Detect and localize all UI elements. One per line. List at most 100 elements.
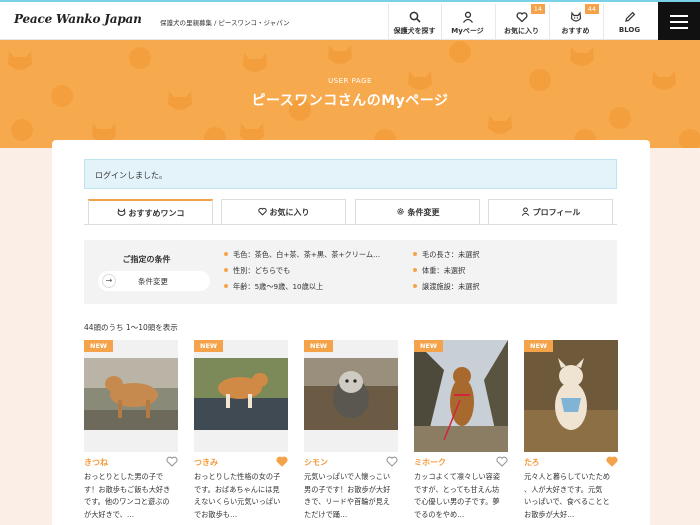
dog-photo-image [524, 340, 618, 452]
nav-label: おすすめ [561, 27, 590, 35]
desc-line: えないくらい元気いっぱい [194, 497, 281, 506]
dog-card[interactable]: NEW きつね おっとりとした男の子で す！お散歩もご飯も大好き です。他のワン… [84, 340, 178, 519]
heart-outline-icon[interactable] [386, 456, 398, 467]
desc-line: でお散歩も… [194, 509, 238, 519]
nav-mypage[interactable]: Myページ [441, 4, 493, 40]
tab-profile[interactable]: プロフィール [488, 199, 613, 225]
search-icon [409, 11, 421, 23]
tab-label: 条件変更 [407, 208, 440, 217]
nav-recommended[interactable]: 44 おすすめ [549, 4, 601, 40]
desc-line: が大好きで、… [84, 509, 135, 519]
heart-icon [257, 207, 267, 216]
desc-line: 男の子です！お散歩が大好 [304, 484, 391, 494]
tab-change-conditions[interactable]: 条件変更 [355, 199, 480, 225]
user-icon [521, 207, 529, 216]
tab-label: おすすめワンコ [128, 209, 185, 218]
desc-line: おっとりした性格の女の子 [194, 472, 281, 481]
dog-name[interactable]: つきみ [194, 457, 218, 468]
main-content-card: ログインしました。 おすすめワンコ お気に入り 条件変更 プロフィール ご指定の… [52, 140, 650, 525]
change-conditions-button[interactable]: → 条件変更 [98, 271, 210, 291]
new-badge: NEW [524, 340, 554, 352]
desc-line: おっとりとした男の子で [84, 472, 164, 481]
conditions-title: ご指定の条件 [122, 255, 171, 264]
condition-facility: 譲渡施設：未選択 [413, 282, 480, 292]
heart-filled-icon[interactable] [606, 456, 618, 467]
heart-outline-icon[interactable] [496, 456, 508, 467]
desc-line: カッコよくて凛々しい容姿 [414, 472, 501, 481]
dog-description: 元気いっぱいで人懐っこい 男の子です！お散歩が大好 きで、リードや首輪が見え た… [304, 471, 404, 521]
desc-line: です。他のワンコと遊ぶの [84, 497, 170, 506]
condition-sex: 性別：どちらでも [224, 266, 290, 276]
dog-name[interactable]: きつね [84, 457, 108, 468]
dog-photo-image [304, 358, 398, 430]
new-badge: NEW [194, 340, 224, 352]
desc-line: で心優しい男の子です。夢 [414, 497, 500, 506]
nav-favorites[interactable]: 14 お気に入り [495, 4, 547, 40]
desc-line: いっぱいで、食べることと [524, 497, 610, 506]
tab-label: プロフィール [532, 208, 581, 217]
dog-photo[interactable]: NEW [414, 340, 508, 452]
desc-line: きで、リードや首輪が見え [304, 497, 390, 506]
dog-photo[interactable]: NEW [524, 340, 618, 452]
dog-photo-image [414, 340, 508, 452]
nav-label: BLOG [618, 26, 641, 34]
tab-recommended[interactable]: おすすめワンコ [88, 199, 213, 225]
desc-line: です。おばあちゃんには見 [194, 484, 280, 494]
result-count: 44頭のうち 1〜10頭を表示 [84, 323, 178, 332]
nav-search-dogs[interactable]: 保護犬を探す [388, 4, 440, 40]
dog-description: おっとりした性格の女の子 です。おばあちゃんには見 えないくらい元気いっぱい で… [194, 471, 294, 521]
desc-line: でるのをやめ… [414, 509, 465, 519]
desc-line: お散歩が大好… [524, 509, 575, 519]
dog-name[interactable]: ミホーク [414, 457, 446, 468]
dog-description: おっとりとした男の子で す！お散歩もご飯も大好き です。他のワンコと遊ぶの が大… [84, 471, 184, 521]
favorites-count-badge: 14 [530, 4, 545, 14]
condition-coat-color: 毛色：茶色、白+茶、茶+黒、茶+クリーム… [224, 250, 380, 260]
tab-favorites[interactable]: お気に入り [221, 199, 346, 225]
nav-label: 保護犬を探す [393, 27, 436, 35]
tab-label: お気に入り [269, 208, 310, 217]
nav-blog[interactable]: BLOG [603, 4, 655, 40]
dog-name[interactable]: たろ [524, 457, 540, 468]
desc-line: す！お散歩もご飯も大好き [84, 484, 171, 494]
new-badge: NEW [414, 340, 444, 352]
search-conditions-panel: ご指定の条件 → 条件変更 毛色：茶色、白+茶、茶+黒、茶+クリーム… 性別：ど… [84, 240, 617, 304]
dog-card[interactable]: NEW たろ 元々人と暮らしていたため 、人が大好きです。元気 いっぱいで、食べ… [524, 340, 618, 519]
dog-photo[interactable]: NEW [84, 340, 178, 452]
user-icon [462, 11, 473, 23]
gear-icon [396, 208, 404, 215]
dog-card[interactable]: NEW シモン 元気いっぱいで人懐っこい 男の子です！お散歩が大好 きで、リード… [304, 340, 398, 519]
recommended-count-badge: 44 [584, 4, 599, 14]
desc-line: ですが、とっても甘えん坊 [414, 484, 500, 494]
dog-name[interactable]: シモン [304, 457, 328, 468]
heart-outline-icon[interactable] [166, 456, 178, 467]
hero-banner: USER PAGE ピースワンコさんのMyページ [0, 40, 700, 148]
page-title: ピースワンコさんのMyページ [251, 93, 449, 109]
new-badge: NEW [304, 340, 334, 352]
dog-photo-image [194, 358, 288, 430]
condition-age: 年齢：5歳〜9歳、10歳以上 [224, 282, 323, 292]
dog-face-icon [117, 208, 125, 216]
desc-line: 元々人と暮らしていたため [524, 472, 611, 481]
tab-divider [84, 224, 617, 225]
site-tagline: 保護犬の里親募集 / ピースワンコ・ジャパン [160, 19, 290, 27]
dog-photo[interactable]: NEW [194, 340, 288, 452]
dog-photo[interactable]: NEW [304, 340, 398, 452]
condition-weight: 体重：未選択 [413, 266, 465, 276]
nav-label: Myページ [451, 27, 484, 35]
condition-coat-length: 毛の長さ：未選択 [413, 250, 480, 260]
top-navigation-bar: Peace Wanko Japan 保護犬の里親募集 / ピースワンコ・ジャパン… [0, 0, 700, 42]
heart-filled-icon[interactable] [276, 456, 288, 467]
site-logo[interactable]: Peace Wanko Japan [14, 12, 142, 26]
dog-description: 元々人と暮らしていたため 、人が大好きです。元気 いっぱいで、食べることと お散… [524, 471, 624, 521]
dog-card[interactable]: NEW ミホーク カッコよくて凛々しい容姿 ですが、とっても甘えん坊 で心優しい… [414, 340, 508, 519]
dog-photo-image [84, 358, 178, 430]
arrow-right-icon: → [102, 274, 116, 288]
desc-line: 元気いっぱいで人懐っこい [304, 472, 391, 481]
new-badge: NEW [84, 340, 114, 352]
nav-label: お気に入り [504, 27, 539, 35]
desc-line: 、人が大好きです。元気 [524, 484, 603, 494]
dog-card[interactable]: NEW つきみ おっとりした性格の女の子 です。おばあちゃんには見 えないくらい… [194, 340, 288, 519]
dog-face-icon [570, 11, 581, 22]
hamburger-menu-button[interactable] [658, 2, 700, 42]
mypage-tabs: おすすめワンコ お気に入り 条件変更 プロフィール [88, 199, 613, 225]
